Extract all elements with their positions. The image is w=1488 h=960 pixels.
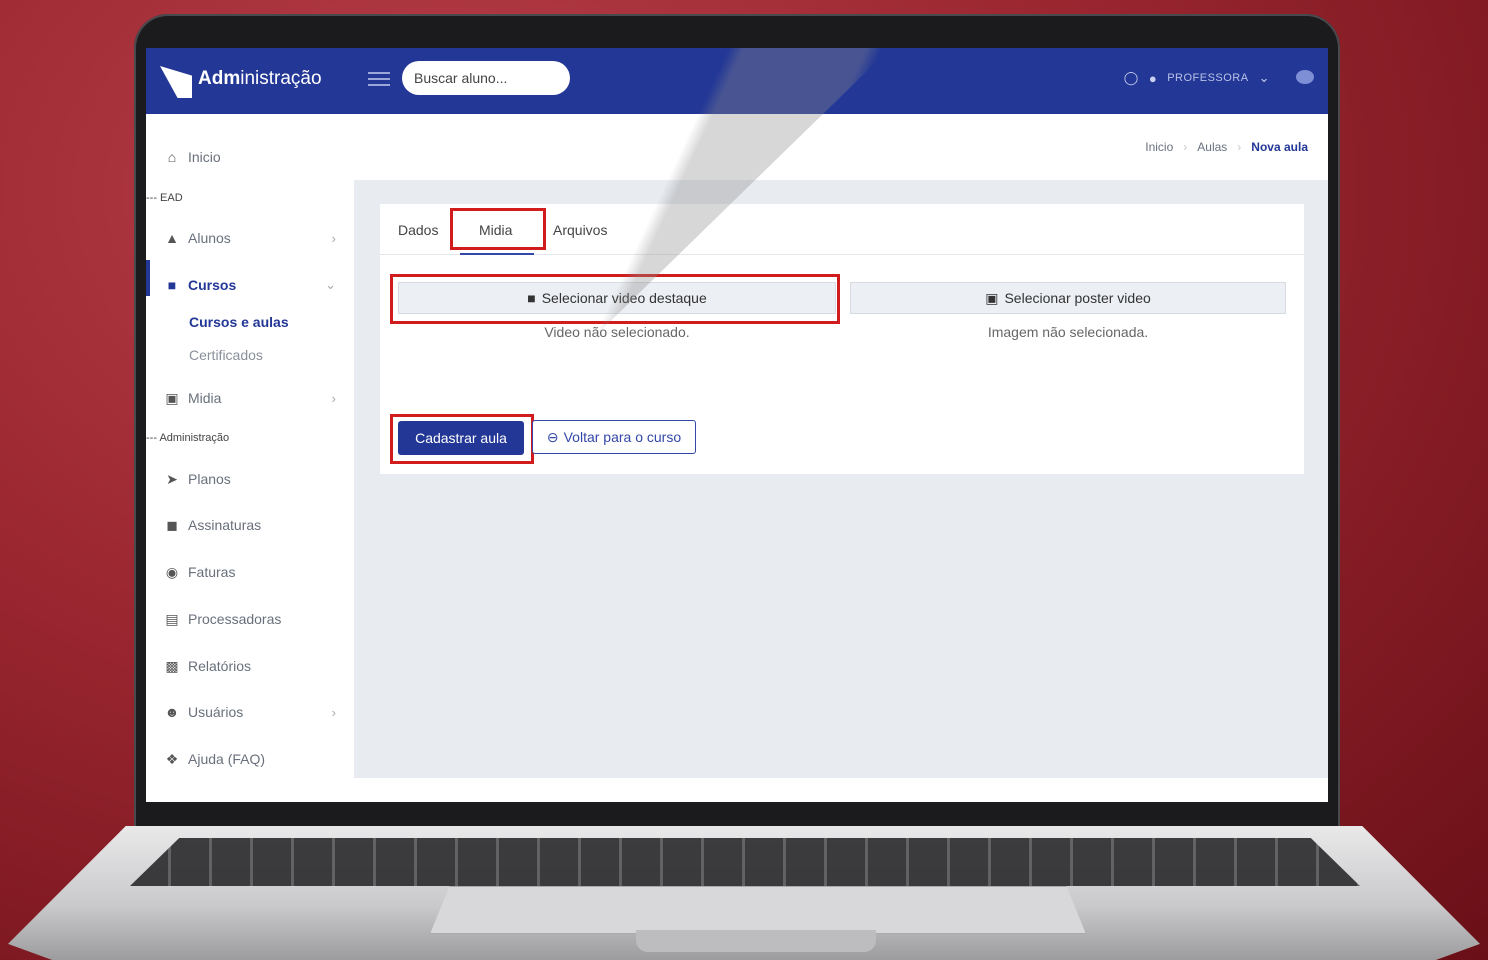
sidebar: ⌂ Inicio --- EAD ▲ Alunos › ■ Cursos ⌄ Cursos… [146, 114, 354, 802]
invoice-icon: ◉ [165, 563, 179, 580]
lesson-form-card: Dados Midia Arquivos ■ Selecionar video d… [380, 204, 1304, 474]
brand-name: Administração [198, 68, 322, 89]
home-icon: ⌂ [167, 149, 177, 165]
sidebar-item-usuarios[interactable]: ☻ Usuários › [146, 695, 354, 729]
section-administracao: --- Administração [146, 432, 230, 444]
laptop-trackpad [430, 886, 1086, 934]
sidebar-item-assinaturas[interactable]: ◼ Assinaturas [146, 508, 354, 542]
sidebar-sub-cursos-aulas[interactable]: Cursos e aulas [189, 314, 289, 330]
submit-lesson-button[interactable]: Cadastrar aula [398, 421, 524, 455]
breadcrumb-separator-icon: › [1237, 140, 1242, 154]
users-icon: ☻ [164, 704, 180, 720]
sidebar-item-inicio[interactable]: ⌂ Inicio [146, 140, 354, 174]
arrow-circle-left-icon: ⊖ [546, 428, 559, 445]
tab-dados[interactable]: Dados [398, 222, 438, 238]
image-icon: ▣ [985, 289, 999, 306]
sidebar-item-planos[interactable]: ➤ Planos [146, 462, 354, 496]
select-video-button[interactable]: ■ Selecionar video destaque [398, 282, 836, 314]
screen: Administração ◯ ● PROFESSORA ⌄ ⌂Inicio -… [146, 48, 1328, 802]
chevron-right-icon: › [331, 704, 336, 720]
sidebar-item-alunos[interactable]: ▲ Alunos › [146, 221, 354, 255]
breadcrumb-inicio[interactable]: Inicio [1145, 140, 1173, 154]
sidebar-item-ajuda[interactable]: ❖ Ajuda (FAQ) [146, 742, 354, 776]
user-label[interactable]: PROFESSORA [1167, 72, 1248, 84]
breadcrumb-separator-icon: › [1183, 140, 1188, 154]
sidebar-item-faturas[interactable]: ◉ Faturas [146, 555, 354, 589]
chevron-right-icon: › [331, 230, 336, 246]
chat-icon[interactable] [1296, 70, 1314, 84]
shopping-bag-icon: ◼ [166, 516, 178, 533]
book-icon: ■ [167, 277, 177, 293]
breadcrumb-nova-aula: Nova aula [1251, 140, 1308, 154]
tab-active-underline [460, 253, 534, 255]
poster-status: Imagem não selecionada. [987, 324, 1149, 340]
chevron-right-icon: › [331, 390, 336, 406]
page-footer [354, 778, 1328, 802]
menu-toggle-icon[interactable] [368, 68, 390, 88]
chevron-down-icon: ⌄ [325, 277, 336, 292]
sidebar-item-cursos[interactable]: ■ Cursos ⌄ [146, 268, 354, 302]
help-icon: ❖ [165, 750, 179, 767]
back-to-course-button[interactable]: ⊖ Voltar para o curso [532, 420, 696, 454]
laptop-notch [636, 930, 876, 952]
breadcrumb: Inicio › Aulas › Nova aula [1145, 140, 1308, 154]
graduation-cap-icon: ▲ [165, 230, 179, 246]
section-ead: --- EAD [146, 192, 183, 204]
breadcrumb-aulas[interactable]: Aulas [1197, 140, 1227, 154]
user-icon: ● [1148, 70, 1158, 86]
video-status: Video não selecionado. [544, 324, 690, 340]
sidebar-item-processadoras[interactable]: ▤ Processadoras [146, 602, 354, 636]
sidebar-item-relatorios[interactable]: ▩ Relatórios [146, 649, 354, 683]
chart-icon: ▩ [165, 657, 179, 674]
search-input[interactable] [402, 61, 570, 95]
bell-icon[interactable]: ◯ [1124, 70, 1139, 86]
tab-arquivos[interactable]: Arquivos [553, 222, 607, 238]
tab-midia[interactable]: Midia [479, 222, 512, 238]
chevron-down-icon[interactable]: ⌄ [1259, 70, 1270, 86]
images-icon: ▣ [165, 389, 179, 406]
top-navbar: Administração ◯ ● PROFESSORA ⌄ [146, 48, 1328, 114]
sidebar-item-midia[interactable]: ▣ Midia › [146, 381, 354, 415]
laptop-keyboard [130, 838, 1360, 886]
logo-icon [160, 66, 192, 98]
select-poster-button[interactable]: ▣ Selecionar poster video [850, 282, 1286, 314]
video-camera-icon: ■ [527, 290, 536, 306]
user-area[interactable]: ◯ ● PROFESSORA ⌄ [1124, 70, 1270, 86]
credit-card-icon: ▤ [165, 610, 179, 627]
sidebar-sub-certificados[interactable]: Certificados [189, 347, 263, 363]
paper-plane-icon: ➤ [166, 470, 178, 487]
